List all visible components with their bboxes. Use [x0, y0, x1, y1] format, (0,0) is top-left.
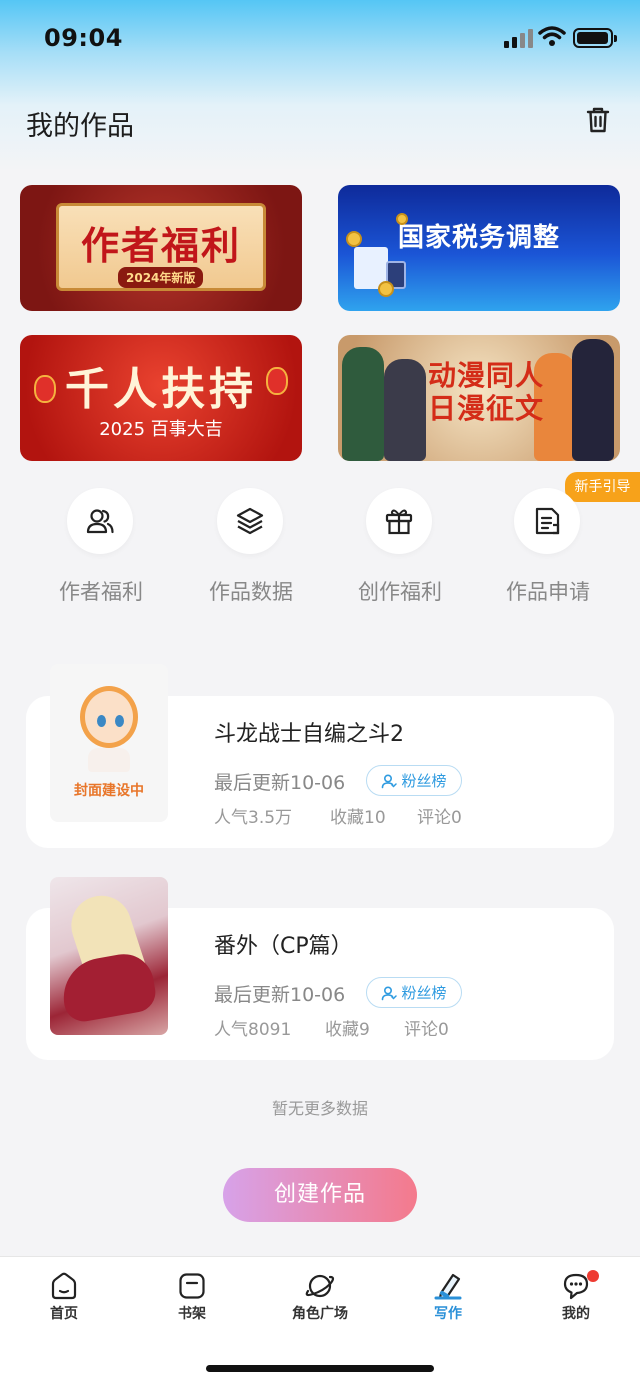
work-cover[interactable]: 封面建设中 [50, 664, 168, 822]
planet-icon [305, 1274, 335, 1298]
tab-home[interactable]: 首页 [19, 1271, 109, 1331]
action-label: 作品申请 [506, 580, 590, 604]
comments-stat: 评论0 [404, 1020, 449, 1040]
bookshelf-icon [179, 1273, 205, 1299]
battery-icon [573, 28, 617, 48]
trash-icon[interactable] [582, 104, 614, 136]
quick-action-author-benefits[interactable]: 作者福利 [51, 488, 151, 608]
banner-thousand-support[interactable]: 千人扶持 2025 百事大吉 [20, 335, 302, 461]
action-label: 作者福利 [59, 580, 143, 604]
action-circle [67, 488, 133, 554]
pen-icon [434, 1273, 462, 1300]
tab-label: 首页 [50, 1306, 78, 1322]
tab-writing[interactable]: 写作 [403, 1271, 493, 1331]
gift-icon [385, 509, 413, 535]
page-title: 我的作品 [26, 111, 134, 142]
chibi-character-illustration [80, 686, 138, 748]
users-icon [86, 509, 114, 534]
action-circle [514, 488, 580, 554]
banner-anime-contest[interactable]: 动漫同人 日漫征文 [338, 335, 620, 461]
status-time: 09:04 [44, 24, 123, 52]
banner-title-line1: 动漫同人 [427, 359, 544, 392]
coin-icon [396, 213, 408, 225]
banner-tax-adjustment[interactable]: 国家税务调整 [338, 185, 620, 311]
tab-label: 写作 [434, 1306, 462, 1322]
quick-action-work-data[interactable]: 作品数据 [201, 488, 301, 608]
popularity-stat: 人气3.5万 [214, 808, 293, 828]
fans-label: 粉丝榜 [401, 772, 447, 790]
create-work-button[interactable]: 创建作品 [223, 1168, 417, 1222]
document-icon [535, 507, 560, 535]
signal-icon [504, 28, 534, 48]
banner-subtitle: 2025 百事大吉 [99, 419, 223, 440]
coin-icon [378, 281, 394, 297]
tab-mine[interactable]: 我的 [531, 1271, 621, 1331]
user-icon [382, 985, 398, 1000]
banner-title: 作者福利 [80, 223, 241, 268]
work-cover[interactable] [50, 877, 168, 1035]
banner-title: 国家税务调整 [398, 223, 561, 253]
tab-character-plaza[interactable]: 角色广场 [275, 1271, 365, 1331]
banner-author-benefits[interactable]: 作者福利 2024年新版 [20, 185, 302, 311]
quick-action-work-application[interactable]: 作品申请 [498, 488, 598, 608]
favorites-stat: 收藏9 [325, 1020, 370, 1040]
coin-icon [346, 231, 362, 247]
home-indicator [206, 1365, 434, 1372]
character-illustration [342, 347, 384, 461]
action-circle [217, 488, 283, 554]
banner-subtitle: 2024年新版 [118, 267, 204, 288]
action-label: 作品数据 [209, 580, 293, 604]
layers-icon [236, 507, 264, 535]
cover-illustration-dress [57, 949, 159, 1025]
popularity-stat: 人气8091 [214, 1020, 292, 1040]
tab-label: 我的 [562, 1306, 590, 1322]
comments-stat: 评论0 [417, 808, 462, 828]
user-icon [382, 773, 398, 788]
fans-ranking-button[interactable]: 粉丝榜 [366, 765, 462, 796]
cover-placeholder-text: 封面建设中 [74, 783, 144, 799]
banner-title: 动漫同人 日漫征文 [416, 359, 556, 425]
tab-bookshelf[interactable]: 书架 [147, 1271, 237, 1331]
no-more-data-text: 暂无更多数据 [271, 1099, 368, 1118]
last-updated: 最后更新10-06 [214, 984, 346, 1006]
character-body [88, 748, 130, 772]
work-title[interactable]: 斗龙战士自编之斗2 [214, 716, 404, 748]
last-updated: 最后更新10-06 [214, 772, 346, 794]
wifi-icon [538, 26, 566, 46]
home-icon [51, 1272, 77, 1300]
status-bar: 09:04 [0, 0, 640, 80]
tab-label: 角色广场 [292, 1306, 348, 1322]
tab-label: 书架 [178, 1306, 206, 1322]
work-title[interactable]: 番外（CP篇） [214, 928, 353, 960]
fans-ranking-button[interactable]: 粉丝榜 [366, 977, 462, 1008]
action-label: 创作福利 [358, 580, 442, 604]
banner-title-line2: 日漫征文 [427, 392, 544, 425]
favorites-stat: 收藏10 [330, 808, 386, 828]
action-circle [366, 488, 432, 554]
quick-action-creation-benefits[interactable]: 创作福利 [350, 488, 450, 608]
character-illustration [572, 339, 614, 461]
notification-dot [587, 1270, 599, 1282]
fans-label: 粉丝榜 [401, 984, 447, 1002]
banner-title: 千人扶持 [65, 364, 257, 415]
